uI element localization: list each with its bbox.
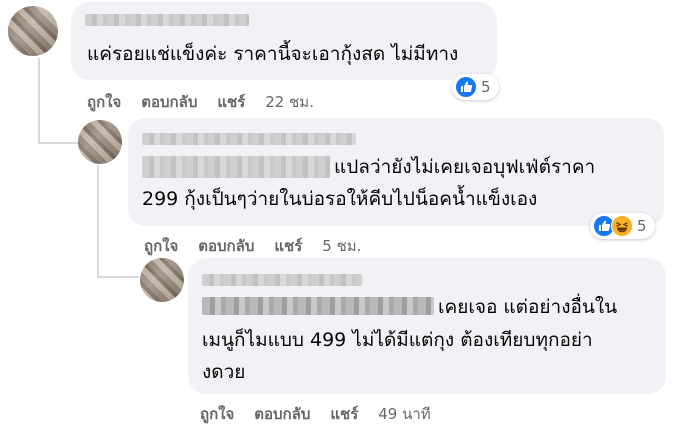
author-name[interactable]: [85, 14, 249, 26]
thread-line: [38, 142, 78, 144]
comment-text-line-1: เคยเจอ แต่อย่างอื่นใน: [438, 296, 618, 318]
avatar[interactable]: [78, 120, 122, 164]
comment-bubble: เคยเจอ แต่อย่างอื่นใน เมนูก็ไมแบบ 499 ไม…: [188, 258, 666, 394]
reaction-summary[interactable]: 5: [452, 74, 499, 100]
reaction-count: 5: [637, 217, 647, 235]
like-button[interactable]: ถูกใจ: [200, 402, 234, 426]
comment-bubble: แค่รอยแช่แข็งค่ะ ราคานี้จะเอากุ้งสด ไม่ม…: [71, 2, 497, 80]
comment-text-line-3: งดวย: [202, 361, 246, 383]
share-button[interactable]: แชร์: [217, 90, 245, 114]
like-button[interactable]: ถูกใจ: [144, 234, 178, 258]
thread-line: [38, 58, 40, 143]
haha-icon: [611, 215, 633, 237]
thread-line: [97, 276, 139, 278]
comment-bubble: แปลว่ายังไม่เคยเจอบุฟเฟ่ต์ราคา 299 กุ้งเ…: [128, 118, 664, 226]
comment-text: แค่รอยแช่แข็งค่ะ ราคานี้จะเอากุ้งสด ไม่ม…: [87, 43, 459, 65]
reaction-summary[interactable]: 5: [590, 213, 655, 239]
share-button[interactable]: แชร์: [330, 402, 358, 426]
share-button[interactable]: แชร์: [274, 234, 302, 258]
reply-button[interactable]: ตอบกลับ: [141, 90, 197, 114]
reply-button[interactable]: ตอบกลับ: [198, 234, 254, 258]
reply-button[interactable]: ตอบกลับ: [254, 402, 310, 426]
timestamp[interactable]: 49 นาที: [378, 402, 430, 426]
comment-actions: ถูกใจ ตอบกลับ แชร์ 22 ชม.: [87, 90, 314, 114]
mentioned-user[interactable]: [142, 156, 330, 178]
comment-actions: ถูกใจ ตอบกลับ แชร์ 5 ชม.: [144, 234, 361, 258]
thread-line: [97, 165, 99, 277]
author-name[interactable]: [142, 133, 356, 145]
avatar[interactable]: [140, 258, 184, 302]
comment-text-line-2: 299 กุ้งเป็นๆว่ายในบ่อรอให้คีบไปน็อคน้ำแ…: [142, 188, 538, 210]
like-button[interactable]: ถูกใจ: [87, 90, 121, 114]
like-icon: [455, 76, 477, 98]
mentioned-user[interactable]: [202, 297, 434, 315]
timestamp[interactable]: 5 ชม.: [322, 234, 361, 258]
author-name[interactable]: [202, 274, 362, 286]
comment-actions: ถูกใจ ตอบกลับ แชร์ 49 นาที: [200, 402, 431, 426]
timestamp[interactable]: 22 ชม.: [265, 90, 314, 114]
avatar[interactable]: [8, 6, 58, 56]
comment-text-line-1: แปลว่ายังไม่เคยเจอบุฟเฟ่ต์ราคา: [334, 156, 596, 178]
reaction-count: 5: [481, 78, 491, 96]
comment-text-line-2: เมนูก็ไมแบบ 499 ไม่ได้มีแต่กุง ต้องเทียบ…: [202, 329, 593, 351]
